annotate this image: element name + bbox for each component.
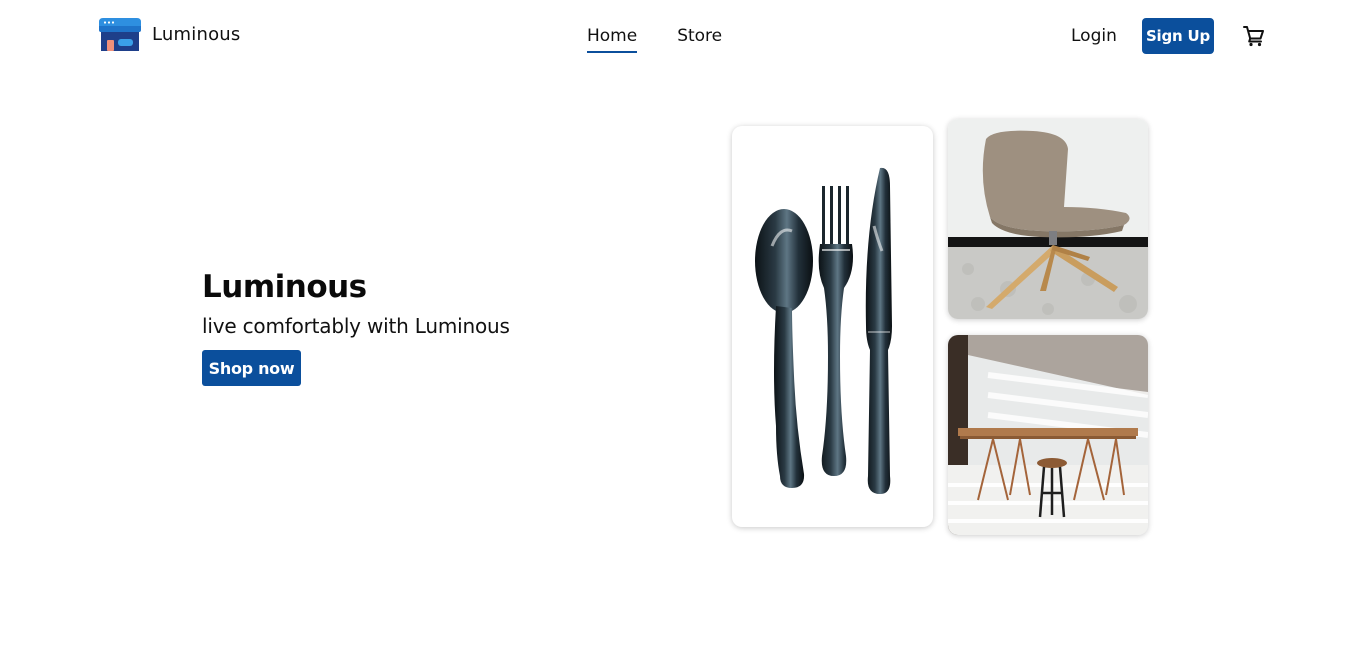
table-image — [948, 335, 1148, 535]
shop-now-button[interactable]: Shop now — [202, 350, 301, 386]
login-link[interactable]: Login — [1071, 24, 1117, 48]
nav-link-home[interactable]: Home — [587, 24, 638, 53]
store-icon — [99, 18, 141, 51]
hero-subtitle: live comfortably with Luminous — [202, 314, 510, 338]
cart-icon[interactable] — [1242, 24, 1266, 48]
signup-button[interactable]: Sign Up — [1142, 18, 1214, 54]
hero-section: Luminous live comfortably with Luminous … — [202, 267, 510, 386]
nav-link-store[interactable]: Store — [677, 24, 722, 53]
hero-title: Luminous — [202, 269, 367, 305]
brand-name: Luminous — [152, 24, 241, 45]
main-nav: Home Store — [587, 24, 722, 53]
chair-image — [948, 119, 1148, 319]
navbar: Luminous Home Store Login Sign Up — [0, 0, 1349, 72]
brand-link[interactable]: Luminous — [99, 18, 240, 52]
cutlery-image — [732, 126, 933, 527]
